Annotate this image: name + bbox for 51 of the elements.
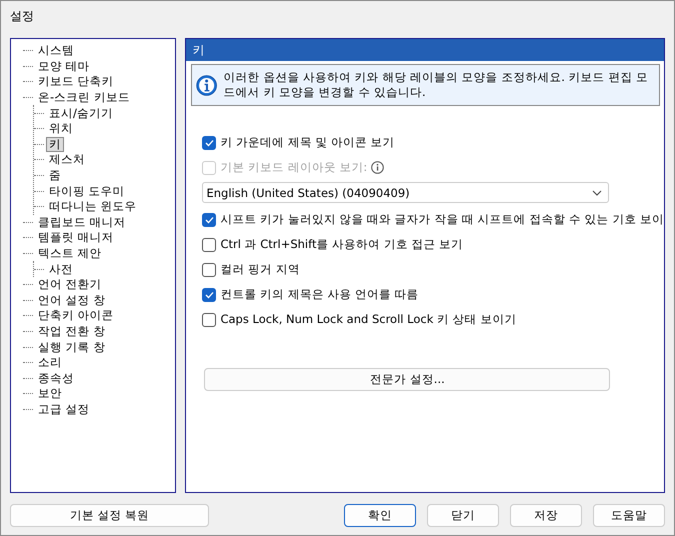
check-icon <box>204 216 214 224</box>
check-icon <box>204 138 214 146</box>
dialog-button[interactable]: 도움말 <box>593 504 665 527</box>
tree-item[interactable]: 제스처 <box>46 152 88 168</box>
layout-dropdown[interactable]: English (United States) (04090409) <box>202 182 610 203</box>
checkbox-label: Caps Lock, Num Lock and Scroll Lock 키 상태 보이기 <box>220 312 516 327</box>
dialog-button[interactable]: 확인 <box>344 504 416 527</box>
checkbox[interactable] <box>202 262 216 276</box>
checkbox[interactable] <box>202 136 216 150</box>
tree-item[interactable]: 키 <box>46 136 64 152</box>
tree-item[interactable]: 사전 <box>46 262 76 277</box>
window-title: 설정 <box>10 8 34 24</box>
checkbox[interactable] <box>202 238 216 252</box>
tree-item[interactable]: 템플릿 매니저 <box>35 230 117 246</box>
tree-item[interactable]: 종속성 <box>35 370 77 386</box>
check-icon <box>204 290 214 298</box>
dialog-button[interactable]: 닫기 <box>427 504 499 527</box>
tree-item[interactable]: 단축키 아이콘 <box>35 308 117 324</box>
tree-item[interactable]: 고급 설정 <box>35 402 93 417</box>
tree-item[interactable]: 소리 <box>35 355 65 370</box>
tree-item[interactable]: 실행 기록 창 <box>35 340 108 355</box>
checkbox[interactable] <box>202 312 216 326</box>
tree-item[interactable]: 키보드 단축키 <box>35 74 117 90</box>
dialog-button[interactable]: 저장 <box>510 504 582 527</box>
checkbox-label: 키 가운데에 제목 및 아이콘 보기 <box>220 135 395 150</box>
tree-item[interactable]: 시스템 <box>35 43 77 58</box>
tree-item[interactable]: 줌 <box>46 168 64 184</box>
checkbox-label: 기본 키보드 레이아웃 보기: <box>220 160 368 175</box>
tree-item[interactable]: 위치 <box>46 121 76 136</box>
tree-item[interactable]: 클립보드 매니저 <box>35 214 129 230</box>
info-text: 이러한 옵션을 사용하여 키와 해당 레이블의 모양을 조정하세요. 키보드 편집 모드에서 키 모양을 변경할 수 있습니다. <box>224 70 649 100</box>
tree-item[interactable]: 떠다니는 윈도우 <box>46 199 140 214</box>
tree-item[interactable]: 모양 테마 <box>35 58 93 74</box>
checkbox[interactable] <box>202 212 216 226</box>
checkbox-label: 컨트롤 키의 제목은 사용 언어를 따름 <box>220 287 419 302</box>
panel-header: 키 <box>186 39 664 61</box>
checkbox[interactable] <box>202 288 216 302</box>
tree-item[interactable]: 타이핑 도우미 <box>46 184 128 199</box>
tree-item[interactable]: 온-스크린 키보드 <box>35 90 133 106</box>
checkbox-label: 컬러 핑거 지역 <box>220 262 300 277</box>
tree-item[interactable]: 작업 전환 창 <box>35 324 108 339</box>
checkbox-label: 시프트 키가 눌러있지 않을 때와 글자가 작을 때 시프트에 접속할 수 있는 기호 보이 <box>220 212 664 227</box>
tree-item[interactable]: 언어 전환기 <box>35 277 105 292</box>
expert-settings-button[interactable]: 전문가 설정... <box>204 368 610 391</box>
tree-item[interactable]: 표시/숨기기 <box>46 106 116 121</box>
checkbox-label: Ctrl 과 Ctrl+Shift를 사용하여 기호 접근 보기 <box>220 237 464 252</box>
chevron-down-icon <box>592 190 602 196</box>
tree-item[interactable]: 보안 <box>35 386 65 402</box>
reset-defaults-button[interactable]: 기본 설정 복원 <box>10 504 209 527</box>
tree-item[interactable]: 언어 설정 창 <box>35 292 108 308</box>
tree-item[interactable]: 텍스트 제안 <box>35 246 105 262</box>
